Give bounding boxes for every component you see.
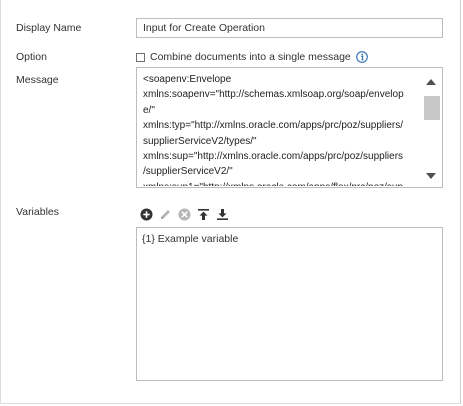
message-line: xmlns:soapenv="http://schemas.xmlsoap.or… (143, 89, 404, 101)
message-textarea[interactable]: <soapenv:Envelope xmlns:soapenv="http://s… (136, 67, 443, 188)
move-top-icon[interactable] (197, 208, 210, 221)
info-icon[interactable] (355, 51, 368, 63)
display-name-input[interactable] (136, 18, 443, 38)
message-scrollbar[interactable] (420, 68, 442, 187)
option-label: Option (16, 51, 47, 63)
variables-label: Variables (16, 206, 59, 218)
message-label: Message (16, 74, 59, 86)
edit-icon[interactable] (159, 208, 172, 221)
delete-icon[interactable] (178, 208, 191, 221)
scroll-up-arrow-icon[interactable] (425, 77, 437, 87)
combine-documents-option[interactable]: Combine documents into a single message (136, 50, 368, 64)
operation-properties-panel: Display Name Option Combine documents in… (0, 0, 461, 404)
message-line: xmlns:sup1="http://xmlns.oracle.com/apps… (143, 180, 418, 186)
combine-documents-checkbox[interactable] (136, 52, 145, 62)
message-line: <soapenv:Envelope (143, 74, 232, 85)
message-line: e/" (143, 104, 155, 116)
message-line: /supplierServiceV2/" (143, 166, 233, 178)
scroll-thumb[interactable] (424, 96, 440, 120)
move-bottom-icon[interactable] (216, 208, 229, 221)
list-item[interactable]: {1} Example variable (142, 233, 238, 245)
add-icon[interactable] (140, 208, 153, 221)
message-line: supplierServiceV2/types/" (143, 135, 257, 147)
message-content[interactable]: <soapenv:Envelope xmlns:soapenv="http://s… (143, 72, 418, 186)
scroll-down-arrow-icon[interactable] (425, 171, 437, 181)
display-name-label: Display Name (16, 22, 82, 34)
message-line: xmlns:sup="http://xmlns.oracle.com/apps/… (143, 151, 404, 163)
message-line: xmlns:typ="http://xmlns.oracle.com/apps/… (143, 120, 404, 132)
variables-list[interactable]: {1} Example variable (136, 227, 443, 381)
combine-documents-label: Combine documents into a single message (150, 51, 351, 63)
variables-toolbar (140, 207, 235, 221)
